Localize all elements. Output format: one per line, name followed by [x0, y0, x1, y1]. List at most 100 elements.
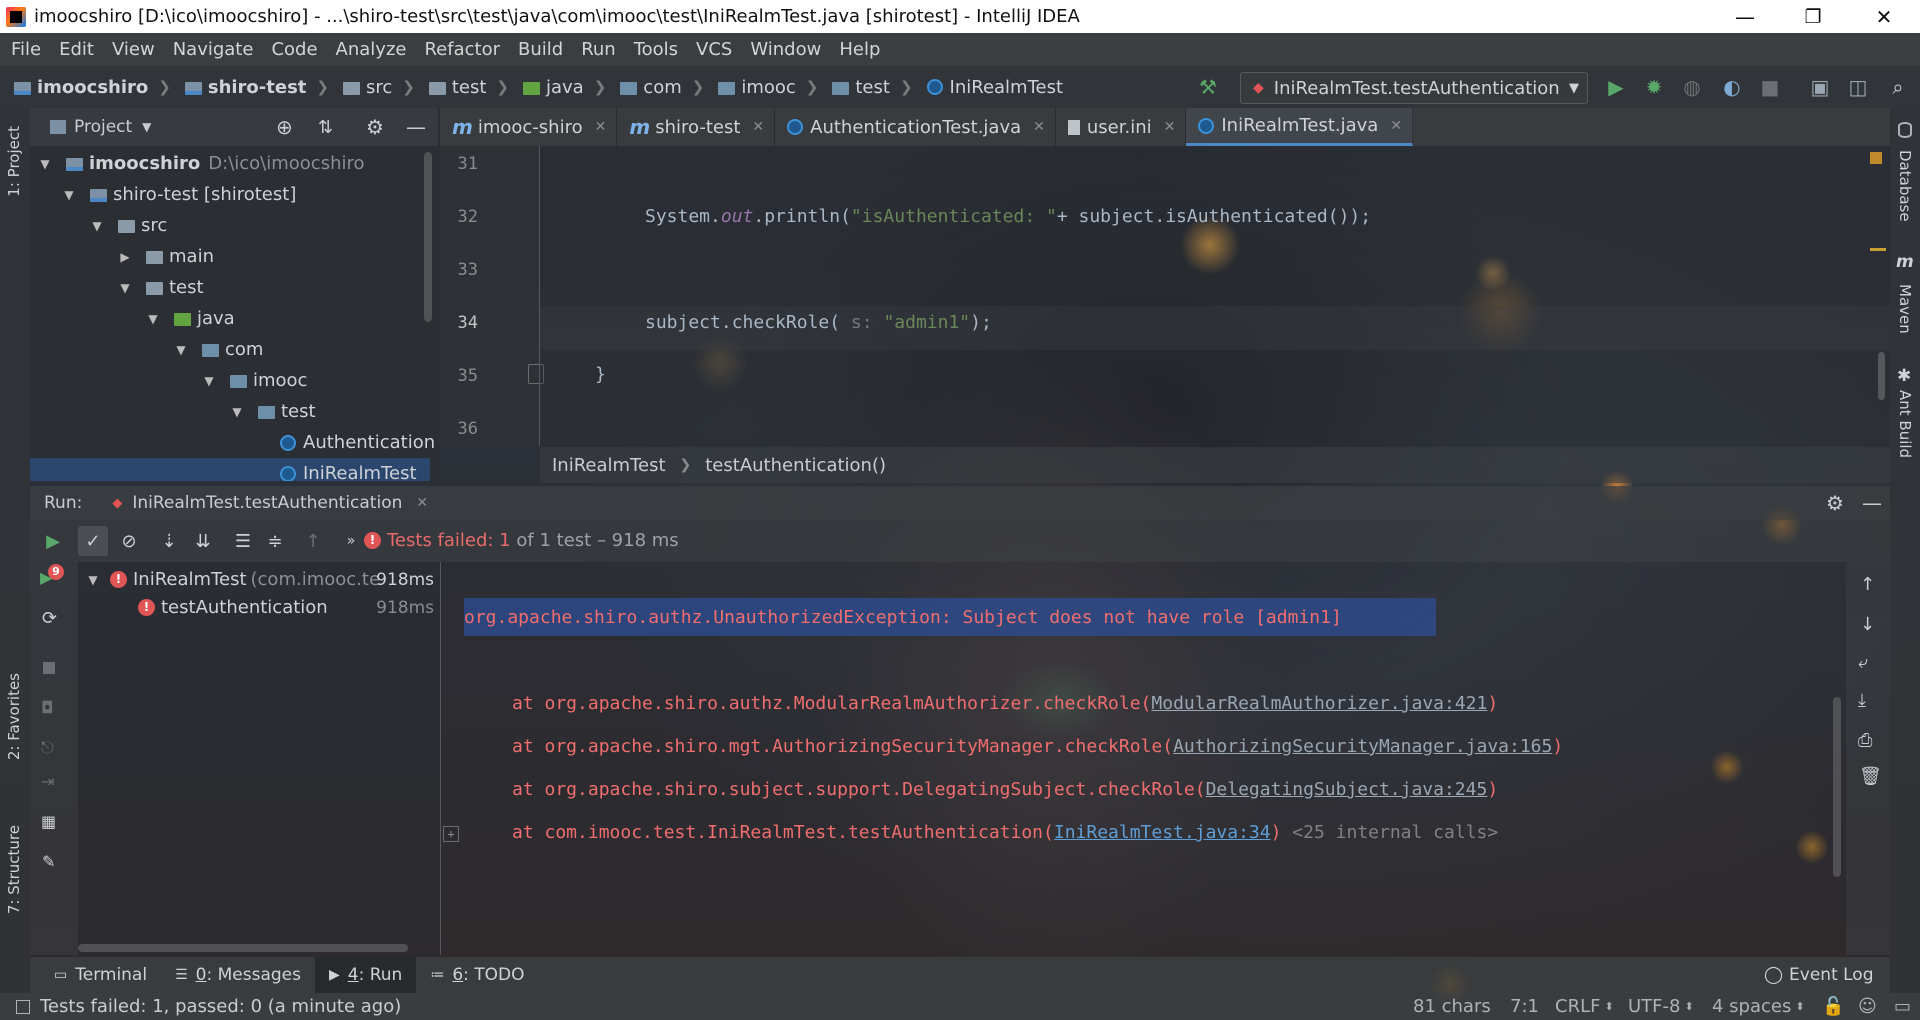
layout-icon[interactable]: ◫: [1840, 66, 1876, 108]
search-icon[interactable]: ⌕: [1880, 66, 1916, 108]
pin-icon[interactable]: ✎: [42, 852, 55, 871]
file-encoding[interactable]: UTF-8 ⬍: [1628, 993, 1694, 1020]
tree-horizontal-scrollbar[interactable]: [78, 944, 408, 952]
project-tool-tab[interactable]: 1: Project: [5, 126, 23, 197]
gear-icon[interactable]: ⚙: [366, 115, 384, 139]
run-configuration-select[interactable]: ◆ IniRealmTest.testAuthentication ▼: [1240, 72, 1588, 104]
menu-edit[interactable]: Edit: [50, 39, 103, 60]
tab-shiro-test[interactable]: m shiro-test ✕: [617, 108, 776, 146]
breadcrumb-iniRealmTest[interactable]: IniRealmTest: [926, 77, 1063, 98]
run-icon[interactable]: ▶: [1598, 66, 1634, 108]
database-tool-tab[interactable]: Database: [1896, 150, 1914, 222]
close-tab-icon[interactable]: ✕: [416, 495, 428, 511]
scroll-to-end-icon[interactable]: ⤓: [1858, 690, 1866, 711]
console-scrollbar[interactable]: [1833, 697, 1841, 877]
maximize-button[interactable]: ❐: [1784, 0, 1842, 33]
structure-tool-tab[interactable]: 7: Structure: [5, 825, 23, 914]
build-hammer-icon[interactable]: ⚒: [1190, 66, 1226, 108]
breadcrumb-imooc[interactable]: imooc ❯: [718, 77, 818, 98]
hide-icon[interactable]: —: [1862, 491, 1882, 515]
code-editor[interactable]: System.out.println("isAuthenticated: "+ …: [540, 146, 1890, 446]
tab-user-ini[interactable]: user.ini ✕: [1056, 108, 1187, 146]
show-passed-icon[interactable]: ✓: [78, 526, 108, 556]
stop-icon[interactable]: [43, 662, 55, 674]
breadcrumb-test[interactable]: test ❯: [428, 77, 509, 98]
line-separator[interactable]: CRLF ⬍: [1555, 993, 1614, 1020]
console-output[interactable]: org.apache.shiro.authz.UnauthorizedExcep…: [441, 562, 1846, 955]
menu-build[interactable]: Build: [509, 39, 572, 60]
terminal-tool-button[interactable]: ▭ Terminal: [40, 957, 161, 993]
arrow-down-icon[interactable]: ↓: [1860, 614, 1875, 635]
project-structure-icon[interactable]: ▣: [1802, 66, 1838, 108]
tree-node-test-package[interactable]: ▼ test: [230, 396, 315, 427]
breadcrumb-com[interactable]: com ❯: [620, 77, 704, 98]
export-icon[interactable]: ⇥: [41, 772, 54, 791]
camera-icon[interactable]: ◘: [41, 698, 54, 717]
messages-tool-button[interactable]: ☰ 0: Messages: [161, 957, 315, 993]
rerun-icon[interactable]: ▶: [38, 526, 68, 556]
menu-run[interactable]: Run: [572, 39, 625, 60]
source-link[interactable]: AuthorizingSecurityManager.java:165: [1173, 736, 1552, 757]
menu-tools[interactable]: Tools: [625, 39, 687, 60]
tree-node-main[interactable]: ▶ main: [118, 241, 214, 272]
test-method-row[interactable]: ! testAuthentication 918ms: [138, 592, 438, 623]
chevron-down-icon[interactable]: ▼: [142, 120, 151, 134]
expand-all-icon[interactable]: ☰: [228, 526, 258, 556]
exit-icon[interactable]: ⎋: [41, 738, 54, 758]
inspector-icon[interactable]: ☺: [1858, 993, 1877, 1020]
menu-help[interactable]: Help: [830, 39, 889, 60]
todo-tool-button[interactable]: ≔ 6: TODO: [416, 957, 538, 993]
tree-node-authentication-test[interactable]: Authentication: [280, 427, 435, 458]
print-icon[interactable]: ⎙: [1858, 730, 1872, 751]
tree-node-test[interactable]: ▼ test: [118, 272, 203, 303]
project-panel-title[interactable]: Project: [74, 117, 132, 137]
arrow-up-icon[interactable]: ↑: [1860, 574, 1875, 595]
debug-icon[interactable]: ✹: [1636, 66, 1672, 108]
editor-scrollbar[interactable]: [1878, 352, 1885, 400]
menu-file[interactable]: File: [2, 39, 50, 60]
breadcrumb-test-package[interactable]: test ❯: [832, 77, 913, 98]
event-log-button[interactable]: ◯ Event Log: [1750, 957, 1888, 993]
layout-icon[interactable]: ▦: [41, 812, 56, 831]
menu-analyze[interactable]: Analyze: [327, 39, 416, 60]
crumb-method[interactable]: testAuthentication(): [705, 455, 886, 476]
close-tab-icon[interactable]: ✕: [1164, 119, 1176, 135]
breadcrumb-imoocshiro[interactable]: imoocshiro ❯: [14, 77, 171, 98]
close-tab-icon[interactable]: ✕: [1390, 118, 1402, 134]
minimize-button[interactable]: —: [1716, 0, 1774, 33]
source-link[interactable]: ModularRealmAuthorizer.java:421: [1151, 693, 1487, 714]
soft-wrap-icon[interactable]: ⤶: [1858, 652, 1868, 673]
collapse-all-icon[interactable]: ≑: [260, 526, 290, 556]
stop-icon[interactable]: ■: [1752, 66, 1788, 108]
show-ignored-icon[interactable]: ⊘: [114, 526, 144, 556]
sort-by-duration-icon[interactable]: ⇊: [188, 526, 218, 556]
tree-node-src[interactable]: ▼ src: [90, 210, 167, 241]
favorites-tool-tab[interactable]: 2: Favorites: [5, 673, 23, 760]
breadcrumb-shiro-test[interactable]: shiro-test ❯: [184, 77, 329, 98]
notifications-icon[interactable]: ▭: [1894, 993, 1911, 1020]
close-button[interactable]: ✕: [1855, 0, 1913, 33]
menu-navigate[interactable]: Navigate: [164, 39, 263, 60]
tab-inirealmtest[interactable]: IniRealmTest.java ✕: [1186, 108, 1414, 146]
menu-vcs[interactable]: VCS: [687, 39, 741, 60]
error-stripe-mark[interactable]: [1870, 248, 1886, 251]
ant-build-tool-tab[interactable]: Ant Build: [1896, 390, 1914, 458]
previous-failed-icon[interactable]: ↑: [298, 526, 328, 556]
indent-setting[interactable]: 4 spaces ⬍: [1712, 993, 1805, 1020]
breadcrumb-java[interactable]: java ❯: [523, 77, 606, 98]
tab-imooc-shiro[interactable]: m imooc-shiro ✕: [440, 108, 618, 146]
source-link[interactable]: IniRealmTest.java:34: [1054, 822, 1271, 843]
run-tests-icon[interactable]: ▶ 9: [40, 564, 64, 587]
breadcrumb-src[interactable]: src ❯: [342, 77, 415, 98]
toggle-tool-windows-icon[interactable]: [16, 999, 30, 1014]
sort-alphabetically-icon[interactable]: ⇣: [154, 526, 184, 556]
caret-position[interactable]: 7:1: [1510, 993, 1539, 1020]
menu-view[interactable]: View: [103, 39, 164, 60]
tree-scrollbar[interactable]: [424, 152, 432, 322]
tree-node-inirealmtest[interactable]: IniRealmTest: [30, 458, 430, 481]
menu-refactor[interactable]: Refactor: [415, 39, 509, 60]
source-link[interactable]: DelegatingSubject.java:245: [1206, 779, 1488, 800]
hide-icon[interactable]: —: [406, 115, 426, 139]
tree-node-java[interactable]: ▼ java: [146, 303, 234, 334]
warning-marker-icon[interactable]: [1870, 152, 1882, 164]
